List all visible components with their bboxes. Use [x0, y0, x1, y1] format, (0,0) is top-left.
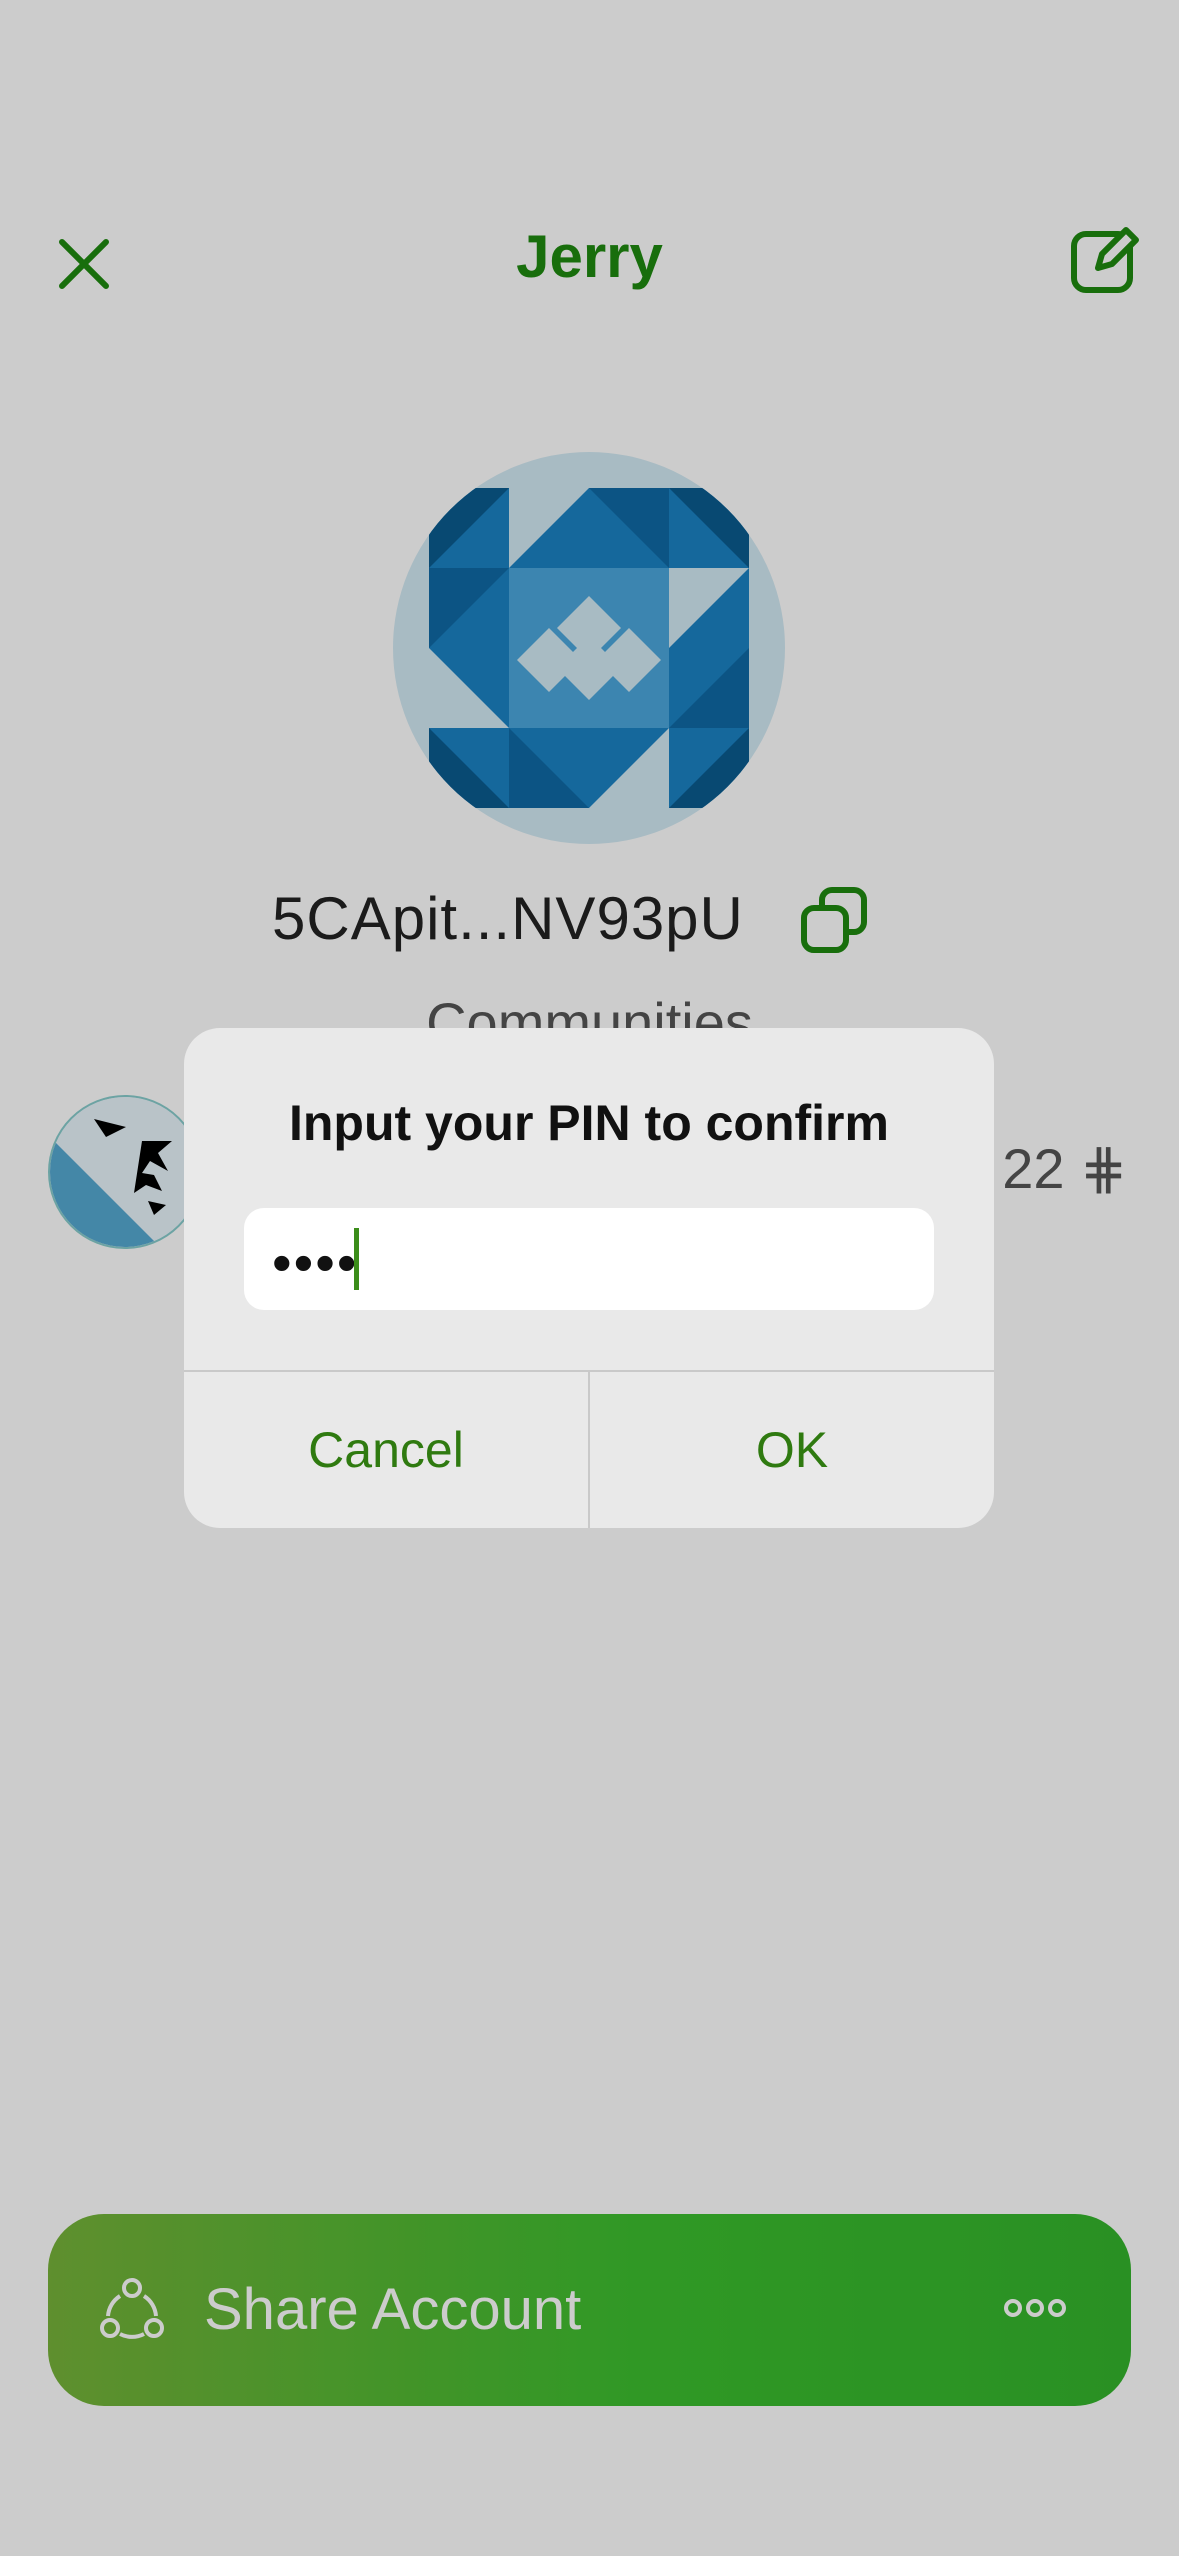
ok-button[interactable]: OK [590, 1372, 994, 1528]
pin-value: •••• [272, 1231, 359, 1294]
cancel-button[interactable]: Cancel [184, 1372, 588, 1528]
pin-confirm-dialog: Input your PIN to confirm •••• Cancel OK [184, 1028, 994, 1528]
pin-input[interactable]: •••• [244, 1208, 934, 1310]
text-caret [354, 1228, 359, 1290]
account-page: Jerry 5CApit...NV93pU Communities 22 ⋕ S… [0, 0, 1179, 2556]
dialog-title: Input your PIN to confirm [289, 1095, 889, 1151]
